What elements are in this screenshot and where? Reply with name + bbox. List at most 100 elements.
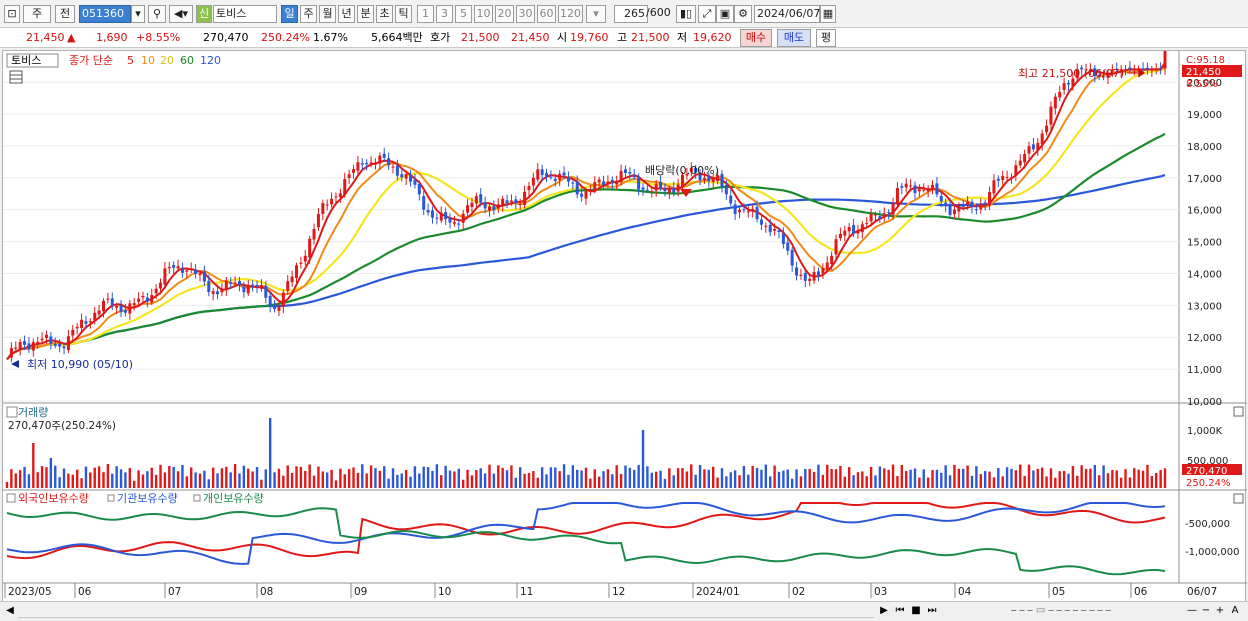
candle-body — [233, 282, 237, 284]
volume-bar — [602, 471, 605, 488]
candle-body — [996, 178, 1000, 181]
volume-bar — [273, 472, 276, 488]
volume-bar — [847, 467, 851, 488]
interval-20[interactable]: 20 — [495, 5, 514, 23]
chart-type-icon[interactable]: ▮▯ — [676, 5, 696, 23]
volume-bar — [409, 476, 412, 488]
scrollbar-track[interactable] — [18, 604, 874, 618]
volume-bar — [576, 469, 579, 488]
market-select[interactable]: 주 — [23, 5, 51, 23]
interval-10[interactable]: 10 — [474, 5, 493, 23]
table-icon[interactable] — [9, 70, 23, 84]
interval-60[interactable]: 60 — [537, 5, 556, 23]
stock-chart[interactable]: 토비스 종가 단순 5 10 20 60 120 20,00019,00018,… — [3, 32, 1247, 603]
draw-tool-icon[interactable]: ⤢ — [698, 5, 716, 23]
stop-icon[interactable]: ■ — [909, 604, 923, 618]
legend-ma10: 10 — [141, 54, 155, 67]
calendar-icon[interactable]: ▦ — [820, 5, 836, 23]
candle-body — [325, 204, 329, 206]
volume-panel-icon[interactable] — [6, 406, 18, 418]
scroll-left-icon[interactable]: ◀ — [4, 604, 16, 618]
candle-body — [926, 189, 930, 192]
candle-body — [137, 298, 141, 302]
first-page-icon[interactable]: ⏮ — [893, 604, 907, 618]
volume-bar — [168, 466, 171, 488]
interval-1[interactable]: 1 — [417, 5, 434, 23]
volume-bar — [878, 466, 882, 488]
candle-body — [645, 189, 649, 191]
volume-bar — [1036, 468, 1039, 488]
volume-title: 거래량 — [18, 406, 48, 419]
candle-body — [729, 195, 733, 204]
dividend-annotation: 배당락(0.00%) — [645, 164, 719, 177]
sell-button[interactable]: 매도 — [777, 29, 811, 47]
date-input[interactable]: 2024/06/07 — [754, 5, 820, 23]
buy-button[interactable]: 매수 — [740, 29, 772, 47]
stock-name-field[interactable]: 토비스 — [213, 5, 277, 23]
volume-bar — [1005, 467, 1009, 488]
window-menu-icon[interactable]: ⊡ — [4, 5, 20, 23]
period-tick[interactable]: 틱 — [395, 5, 412, 23]
volume-bar — [1023, 475, 1026, 488]
zoom-in-icon[interactable]: + — [1214, 604, 1226, 618]
volume-bar — [207, 479, 210, 488]
low-price: 19,620 — [693, 31, 732, 44]
gear-icon[interactable]: ⚙ — [734, 5, 752, 23]
period-minute[interactable]: 분 — [357, 5, 374, 23]
last-page-icon[interactable]: ⏭ — [925, 604, 939, 618]
save-icon[interactable]: ▣ — [716, 5, 734, 23]
scroll-right-icon[interactable]: ▶ — [878, 604, 890, 618]
candle-body — [948, 204, 952, 215]
period-month[interactable]: 월 — [319, 5, 336, 23]
x-axis: 2023/05 06 07 08 09 10 11 12 2024/01 02 03 04 05 06 06… — [4, 583, 1217, 598]
interval-5[interactable]: 5 — [455, 5, 472, 23]
holding-close-icon[interactable] — [1233, 493, 1244, 504]
candle-body — [904, 183, 908, 188]
volume-bar — [1014, 470, 1018, 488]
price-tick-label: 14,000 — [1187, 269, 1222, 280]
trade-amount: 5,664백만 — [371, 31, 423, 44]
zoom-slider[interactable]: ⎯ ⎯ ⎯ ▭ ⎯ ⎯ ⎯ ⎯ ⎯ ⎯ ⎯ ⎯ — [946, 604, 1176, 618]
candle-body — [637, 177, 641, 190]
volume-bar — [720, 468, 724, 488]
stock-code-input[interactable]: 051360 — [79, 5, 131, 23]
candle-body — [9, 348, 13, 358]
volume-bar — [935, 469, 939, 488]
legend-ma5: 5 — [127, 54, 134, 67]
speaker-icon[interactable]: ◀▾ — [169, 5, 193, 23]
interval-120[interactable]: 120 — [558, 5, 583, 23]
font-size-icon[interactable]: A — [1228, 604, 1242, 618]
volume-bar — [137, 470, 140, 488]
interval-3[interactable]: 3 — [436, 5, 453, 23]
prev-button[interactable]: 전 — [55, 5, 75, 23]
volume-bar — [418, 473, 421, 488]
eval-button[interactable]: 평 — [816, 29, 836, 47]
code-dropdown-icon[interactable]: ▾ — [131, 5, 145, 23]
candle-body — [40, 338, 44, 341]
volume-bar — [514, 477, 518, 488]
zoom-out-icon[interactable]: — — [1186, 604, 1198, 618]
volume-bar — [597, 476, 601, 488]
chart-area[interactable]: 토비스 종가 단순 5 10 20 60 120 20,000 19,000 18,… — [2, 32, 1247, 603]
volume-bar — [1049, 468, 1053, 488]
price-tick-label: 16,000 — [1187, 206, 1222, 217]
interval-custom-dropdown[interactable]: ▾ — [586, 5, 606, 23]
volume-bar — [532, 471, 535, 488]
volume-bar — [1032, 470, 1035, 488]
volume-close-icon[interactable] — [1233, 406, 1244, 417]
holding-panel-icon[interactable] — [6, 493, 16, 503]
search-icon[interactable]: ⚲ — [148, 5, 166, 23]
period-week[interactable]: 주 — [300, 5, 317, 23]
high-annotation: 최고 21,500 (06/07) — [1018, 67, 1124, 80]
zoom-out-icon-2[interactable]: − — [1200, 604, 1212, 618]
period-second[interactable]: 초 — [376, 5, 393, 23]
interval-30[interactable]: 30 — [516, 5, 535, 23]
volume-bar — [909, 469, 912, 488]
volume-bar — [492, 473, 496, 488]
candle-body — [588, 190, 592, 192]
period-year[interactable]: 년 — [338, 5, 355, 23]
period-day[interactable]: 일 — [281, 5, 298, 23]
count-input[interactable]: 265 — [614, 5, 648, 23]
volume-bar — [505, 470, 509, 488]
candle-body — [1124, 69, 1128, 71]
